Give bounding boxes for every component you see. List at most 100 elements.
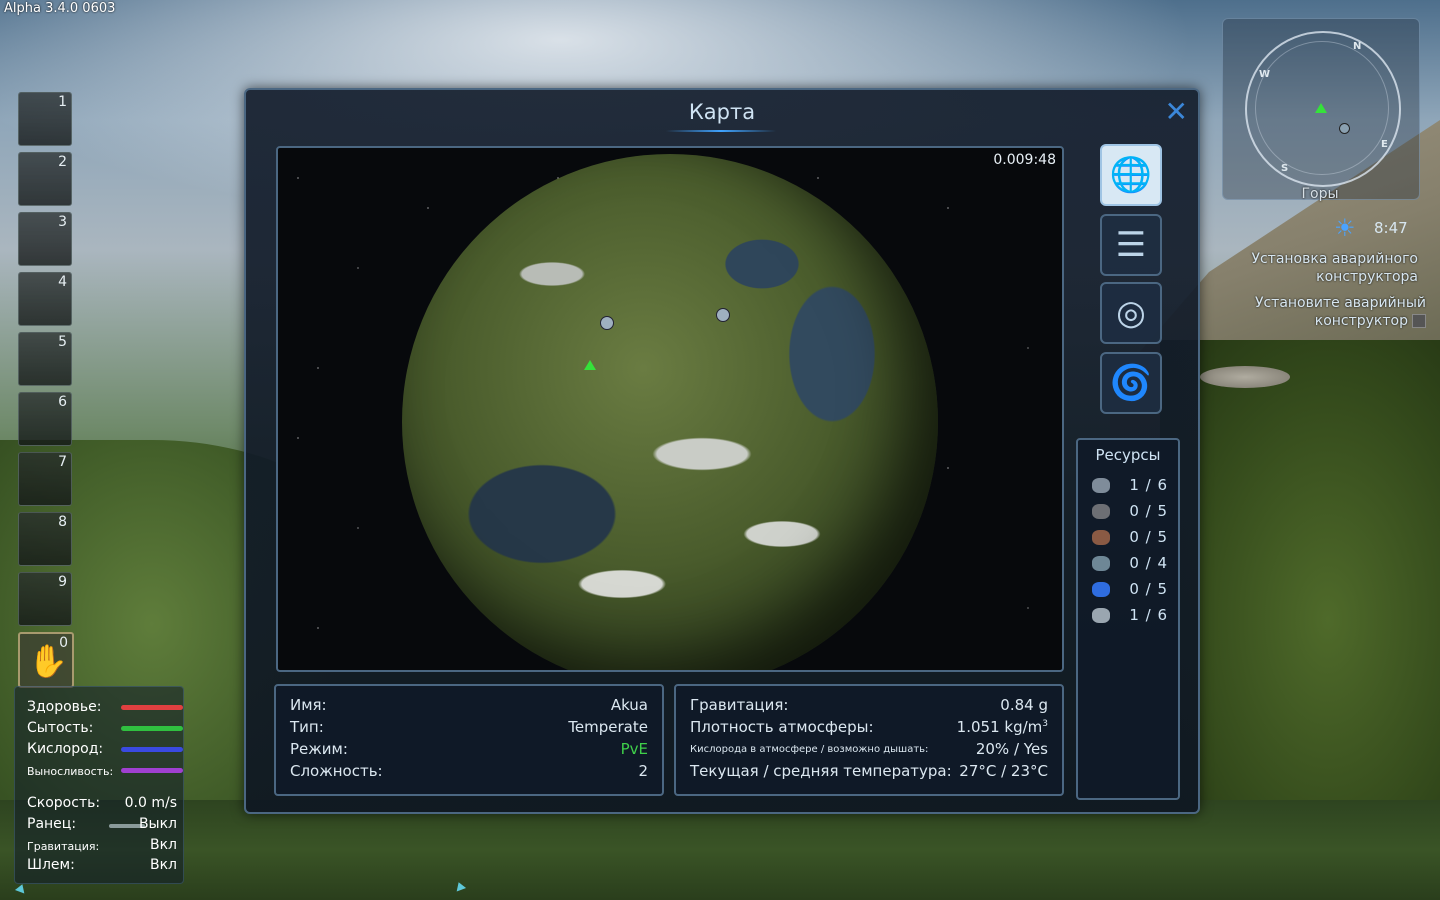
sunrise-icon: ☀ (1334, 214, 1356, 242)
env-density-exponent: 3 (1042, 719, 1048, 729)
env-density-row: Плотность атмосферы: 1.051 kg/m3 (690, 718, 1048, 738)
planet-globe[interactable] (402, 154, 938, 670)
env-gravity-label: Гравитация: (690, 696, 789, 714)
planet-name-row: Имя: Akua (290, 696, 648, 716)
env-density-value: 1.051 kg/m (956, 718, 1043, 736)
galaxy-icon: 🌀 (1109, 363, 1153, 403)
minimap-resource-marker (1339, 123, 1350, 134)
planet-view-button[interactable]: 🌐 (1100, 144, 1162, 206)
list-icon: ☰ (1115, 225, 1147, 265)
title-underline (666, 130, 776, 132)
env-temp-value: 27°C / 23°C (959, 762, 1048, 780)
planet-difficulty-label: Сложность: (290, 762, 383, 780)
compass-n: N (1353, 41, 1362, 52)
speed-label: Скорость: (27, 795, 101, 811)
quest-title-line2: конструктора (1316, 269, 1418, 285)
planet-mode-label: Режим: (290, 740, 348, 758)
resource-row: 0 / 4 (1092, 554, 1168, 574)
planet-type-label: Тип: (290, 718, 324, 736)
planet-viewport[interactable]: 0.009:48 (276, 146, 1064, 672)
crystal-icon (1092, 582, 1110, 597)
hotbar-slot-6[interactable]: 6 (18, 392, 72, 446)
helmet-label: Шлем: (27, 857, 75, 873)
env-density-label: Плотность атмосферы: (690, 718, 874, 736)
quest-objective: Установите аварийный конструктор (1255, 294, 1426, 330)
slot-number: 0 (59, 635, 68, 651)
window-title: Карта (688, 100, 756, 124)
resource-count: 0 / 5 (1129, 580, 1168, 598)
hotbar-slot-4[interactable]: 4 (18, 272, 72, 326)
slot-number: 7 (58, 454, 67, 470)
hotbar-slot-7[interactable]: 7 (18, 452, 72, 506)
health-row: Здоровье: (27, 699, 183, 717)
planet-name-label: Имя: (290, 696, 327, 714)
health-label: Здоровье: (27, 699, 102, 715)
ore-icon (1092, 530, 1110, 545)
hotbar-slot-1[interactable]: 1 (18, 92, 72, 146)
food-bar (121, 726, 183, 731)
health-bar (121, 705, 183, 710)
speed-value: 0.0 m/s (124, 795, 177, 811)
ore-icon (1092, 608, 1110, 623)
scenery-ground-bottom (0, 800, 1440, 900)
hotbar-slot-0[interactable]: ✋ 0 (18, 632, 74, 688)
slot-number: 5 (58, 334, 67, 350)
compass-w: W (1259, 69, 1271, 80)
env-temp-label: Текущая / средняя температура: (690, 762, 952, 780)
hotbar-slot-2[interactable]: 2 (18, 152, 72, 206)
galaxy-button[interactable]: 🌀 (1100, 352, 1162, 414)
planet-type-row: Тип: Temperate (290, 718, 648, 738)
hotbar-slot-8[interactable]: 8 (18, 512, 72, 566)
resource-count: 0 / 5 (1129, 502, 1168, 520)
hotbar-slot-3[interactable]: 3 (18, 212, 72, 266)
resource-count: 0 / 4 (1129, 554, 1168, 572)
quest-objective-line1: Установите аварийный (1254, 295, 1426, 311)
planet-difficulty-row: Сложность: 2 (290, 762, 648, 782)
env-temp-row: Текущая / средняя температура: 27°C / 23… (690, 762, 1048, 782)
compass-s: S (1281, 163, 1289, 174)
map-resource-marker[interactable] (600, 316, 614, 330)
resource-row: 0 / 5 (1092, 528, 1168, 548)
hotbar-slot-5[interactable]: 5 (18, 332, 72, 386)
map-timer: 0.009:48 (993, 152, 1056, 168)
solar-system-button[interactable]: ◎ (1100, 282, 1162, 344)
helmet-value: Вкл (149, 857, 177, 873)
player-stats-panel: Здоровье: Сытость: Кислород: Выносливост… (14, 686, 184, 884)
hotbar: 1 2 3 4 5 6 7 8 9 ✋ 0 (18, 92, 76, 694)
jetpack-label: Ранец: (27, 816, 77, 832)
resource-row: 1 / 6 (1092, 476, 1168, 496)
oxygen-bar (121, 747, 183, 752)
resources-panel: Ресурсы 1 / 6 0 / 5 0 / 5 0 / 4 0 / 5 1 … (1076, 438, 1180, 800)
resource-count: 0 / 5 (1129, 528, 1168, 546)
oxygen-label: Кислород: (27, 741, 104, 757)
slot-number: 6 (58, 394, 67, 410)
minimap[interactable]: N W E S (1222, 18, 1420, 200)
env-density-value-wrap: 1.051 kg/m3 (957, 718, 1048, 736)
game-time: 8:47 (1374, 219, 1408, 237)
slot-number: 9 (58, 574, 67, 590)
map-player-marker (584, 360, 596, 370)
planet-name-value: Akua (610, 696, 648, 714)
list-view-button[interactable]: ☰ (1100, 214, 1162, 276)
slot-number: 4 (58, 274, 67, 290)
stamina-label: Выносливость: (27, 765, 114, 778)
quest-objective-line2: конструктор (1314, 313, 1408, 329)
quest-title-line1: Установка аварийного (1251, 251, 1418, 267)
resource-row: 1 / 6 (1092, 606, 1168, 626)
env-oxygen-value: 20% / Yes (975, 740, 1048, 758)
stamina-bar (121, 768, 183, 773)
resources-title: Ресурсы (1095, 446, 1161, 464)
solar-system-icon: ◎ (1116, 293, 1146, 333)
hotbar-slot-9[interactable]: 9 (18, 572, 72, 626)
env-gravity-row: Гравитация: 0.84 g (690, 696, 1048, 716)
ore-icon (1092, 504, 1110, 519)
stamina-row: Выносливость: (27, 762, 183, 780)
resource-count: 1 / 6 (1129, 606, 1168, 624)
version-label: Alpha 3.4.0 0603 (4, 1, 116, 16)
slot-number: 2 (58, 154, 67, 170)
helmet-row: Шлем: Вкл (27, 857, 177, 875)
env-oxygen-label: Кислорода в атмосфере / возможно дышать: (690, 744, 929, 755)
map-resource-marker[interactable] (716, 308, 730, 322)
environment-info-panel: Гравитация: 0.84 g Плотность атмосферы: … (674, 684, 1064, 796)
close-icon[interactable]: ✕ (1165, 98, 1188, 126)
